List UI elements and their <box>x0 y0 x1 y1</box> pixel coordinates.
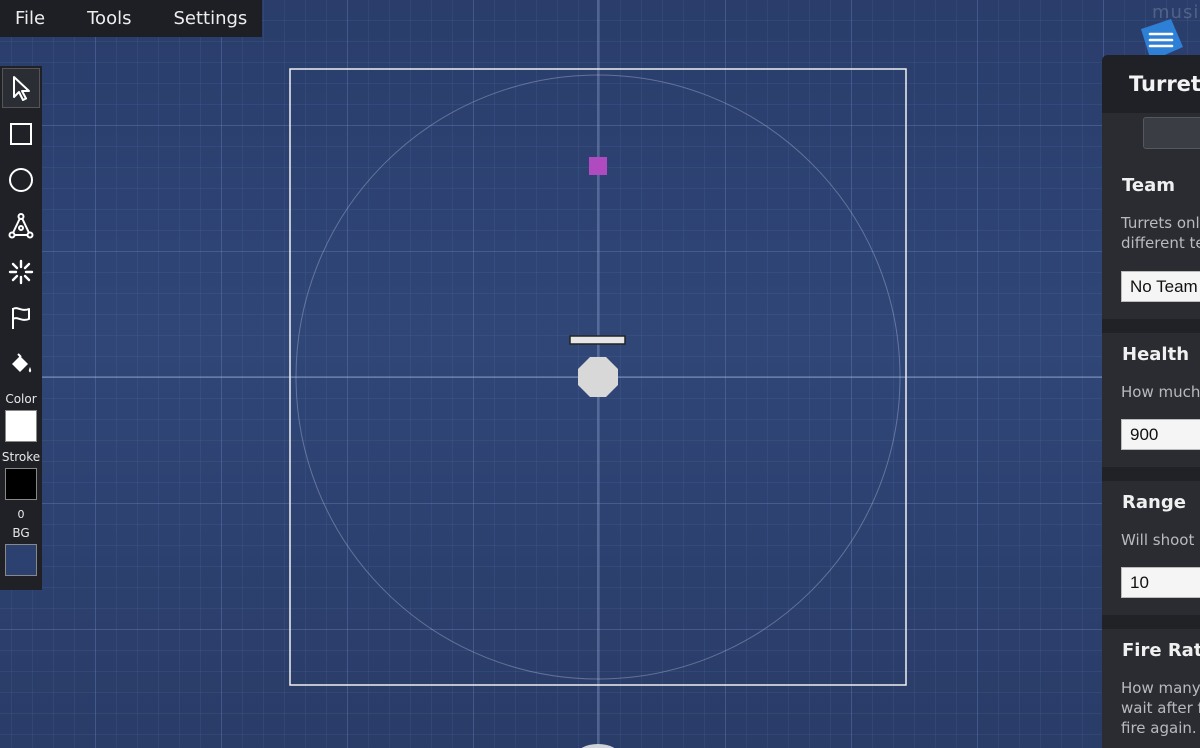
team-title: Team <box>1122 175 1175 196</box>
section-divider <box>1102 467 1200 481</box>
menu-tools[interactable]: Tools <box>87 8 131 29</box>
section-divider <box>1102 319 1200 333</box>
rectangle-tool[interactable] <box>2 114 40 154</box>
stroke-label: Stroke <box>1 450 41 464</box>
team-section: Team Turrets only different te <box>1102 175 1200 253</box>
range-input[interactable]: 10 <box>1121 567 1200 598</box>
select-tool[interactable] <box>2 68 40 108</box>
color-swatch[interactable] <box>5 410 37 442</box>
turret-object[interactable] <box>578 357 618 397</box>
menu-file[interactable]: File <box>15 8 45 29</box>
health-title: Health <box>1122 344 1190 365</box>
flag-tool[interactable] <box>2 298 40 338</box>
fire-rate-title: Fire Rate <box>1122 640 1200 661</box>
bg-label: BG <box>12 526 30 540</box>
fire-rate-desc-line3: fire again. <box>1121 719 1197 737</box>
fire-rate-desc-line1: How many <box>1121 679 1200 697</box>
circle-tool[interactable] <box>2 160 40 200</box>
section-divider <box>1102 615 1200 629</box>
panel-title: Turret S <box>1102 55 1200 113</box>
menubar: File Tools Settings <box>0 0 262 37</box>
range-title: Range <box>1122 492 1186 513</box>
partial-shape-bottom[interactable] <box>576 744 620 748</box>
flag-icon <box>12 307 30 329</box>
color-label: Color <box>5 392 37 406</box>
turret-settings-panel: Turret S Team Turrets only different te … <box>1102 55 1200 748</box>
fill-tool[interactable] <box>2 344 40 384</box>
polygon-nodes-icon <box>8 213 34 239</box>
team-desc-line1: Turrets only <box>1121 214 1200 232</box>
team-desc-line2: different te <box>1121 234 1200 252</box>
range-section: Range Will shoot a <box>1102 492 1200 550</box>
stroke-width-value[interactable]: 0 <box>18 506 25 524</box>
paint-bucket-icon <box>12 353 32 373</box>
burst-icon <box>8 259 34 285</box>
circle-icon <box>9 168 33 192</box>
polygon-tool[interactable] <box>2 206 40 246</box>
fire-rate-section: Fire Rate How many wait after f fire aga… <box>1102 640 1200 738</box>
range-desc-line1: Will shoot a <box>1121 531 1200 549</box>
menu-settings[interactable]: Settings <box>173 8 247 29</box>
canvas-drawing[interactable] <box>0 0 1200 748</box>
fire-rate-desc-line2: wait after f <box>1121 699 1200 717</box>
background-color-swatch[interactable] <box>5 544 37 576</box>
panel-top-button[interactable] <box>1143 117 1200 149</box>
stroke-color-swatch[interactable] <box>5 468 37 500</box>
cursor-arrow-icon <box>13 76 30 101</box>
health-section: Health How much <box>1102 344 1200 402</box>
tool-palette: Color Stroke 0 BG <box>0 66 42 590</box>
health-input[interactable]: 900 <box>1121 419 1200 450</box>
purple-marker[interactable] <box>589 157 607 175</box>
spawn-tool[interactable] <box>2 252 40 292</box>
turret-health-bar <box>569 335 626 345</box>
square-icon <box>10 123 32 145</box>
team-select[interactable]: No Team <box>1121 271 1200 302</box>
health-desc-line1: How much <box>1121 383 1200 401</box>
map-canvas[interactable] <box>0 0 1200 748</box>
